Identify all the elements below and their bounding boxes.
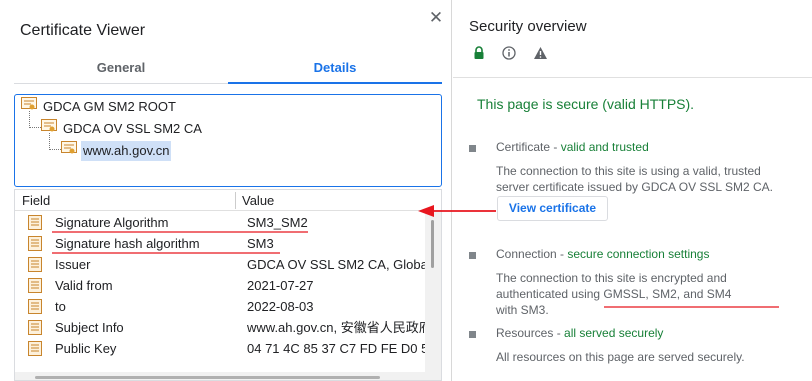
tree-node-label: GDCA GM SM2 ROOT: [43, 98, 176, 114]
table-row[interactable]: Signature Algorithm SM3_SM2: [15, 212, 425, 233]
security-overview-panel: Security overview This page is secure (v…: [453, 0, 812, 381]
tree-node-leaf[interactable]: www.ah.gov.cn: [61, 140, 172, 161]
view-certificate-button[interactable]: View certificate: [497, 196, 608, 221]
close-icon: ✕: [428, 8, 444, 27]
scrollbar-thumb[interactable]: [431, 220, 434, 268]
field-icon: [27, 341, 43, 362]
field-value: GDCA OV SSL SM2 CA, Global: [247, 257, 425, 272]
section-status: valid and trusted: [560, 140, 649, 154]
section-status: secure connection settings: [567, 247, 710, 261]
section-status: all served securely: [564, 326, 664, 340]
tree-node-intermediate[interactable]: GDCA OV SSL SM2 CA: [41, 118, 204, 138]
certificate-viewer-dialog: Certificate Viewer ✕ General Details GDC…: [0, 0, 452, 381]
close-button[interactable]: ✕: [426, 8, 446, 28]
field-name: to: [55, 299, 66, 314]
section-label: Connection -: [496, 247, 568, 261]
connection-section: Connection - secure connection settings …: [469, 247, 799, 317]
field-value: www.ah.gov.cn, 安徽省人民政府: [247, 320, 425, 335]
field-name: Public Key: [55, 341, 117, 356]
warning-icon[interactable]: [533, 46, 548, 65]
field-value: 04 71 4C 85 37 C7 FD FE D0 58: [247, 341, 425, 356]
bullet-marker: [469, 145, 476, 152]
table-row[interactable]: Subject Info www.ah.gov.cn, 安徽省人民政府: [15, 317, 425, 338]
panel-title: Security overview: [469, 18, 587, 35]
lock-icon[interactable]: [473, 46, 485, 65]
field-name: Issuer: [55, 257, 91, 272]
certificate-fields-table: Field Value Signature Algorithm SM3_SM2 …: [14, 189, 442, 381]
table-header: Field Value: [15, 190, 441, 211]
resources-section: Resources - all served securely All reso…: [469, 326, 799, 370]
field-value: SM3_SM2: [247, 215, 308, 230]
tab-bar: General Details: [14, 56, 442, 84]
field-name: Valid from: [55, 278, 113, 293]
certificate-hierarchy-tree: GDCA GM SM2 ROOT GDCA OV SSL SM2 CA www.…: [14, 94, 442, 187]
tab-details[interactable]: Details: [228, 56, 442, 84]
certificate-icon: [41, 118, 57, 139]
section-heading: Connection - secure connection settings: [496, 247, 709, 261]
section-heading: Resources - all served securely: [496, 326, 663, 340]
info-icon[interactable]: [502, 46, 516, 65]
table-row[interactable]: Valid from 2021-07-27: [15, 275, 425, 296]
certificate-icon: [21, 96, 37, 117]
section-description: The connection to this site is using a v…: [496, 164, 773, 194]
section-description: The connection to this site is encrypted…: [496, 271, 732, 317]
field-name: Signature Algorithm: [55, 215, 169, 230]
column-header-field[interactable]: Field: [22, 193, 50, 208]
tree-node-label: GDCA OV SSL SM2 CA: [63, 120, 202, 136]
panel-divider: [453, 77, 812, 78]
field-name: Subject Info: [55, 320, 124, 335]
dialog-title: Certificate Viewer: [20, 22, 146, 39]
section-label: Certificate -: [496, 140, 561, 154]
secure-summary: This page is secure (valid HTTPS).: [477, 96, 695, 112]
section-heading: Certificate - valid and trusted: [496, 140, 649, 154]
certificate-icon: [61, 140, 77, 161]
table-row[interactable]: to 2022-08-03: [15, 296, 425, 317]
bullet-marker: [469, 331, 476, 338]
scrollbar-thumb[interactable]: [35, 376, 380, 379]
bullet-marker: [469, 252, 476, 259]
table-row[interactable]: Issuer GDCA OV SSL SM2 CA, Global: [15, 254, 425, 275]
horizontal-scrollbar[interactable]: [15, 372, 425, 380]
tab-general[interactable]: General: [14, 56, 228, 84]
tree-node-label: www.ah.gov.cn: [81, 140, 172, 161]
table-row[interactable]: Public Key 04 71 4C 85 37 C7 FD FE D0 58: [15, 338, 425, 359]
field-name: Signature hash algorithm: [55, 236, 200, 251]
field-value: 2022-08-03: [247, 299, 314, 314]
column-divider[interactable]: [235, 192, 236, 209]
section-label: Resources -: [496, 326, 565, 340]
field-value: 2021-07-27: [247, 278, 314, 293]
column-header-value[interactable]: Value: [242, 193, 274, 208]
field-value: SM3: [247, 236, 274, 251]
vertical-scrollbar[interactable]: [425, 212, 441, 380]
section-description: All resources on this page are served se…: [496, 350, 745, 364]
table-row[interactable]: Signature hash algorithm SM3: [15, 233, 425, 254]
tree-node-root[interactable]: GDCA GM SM2 ROOT: [21, 96, 178, 116]
